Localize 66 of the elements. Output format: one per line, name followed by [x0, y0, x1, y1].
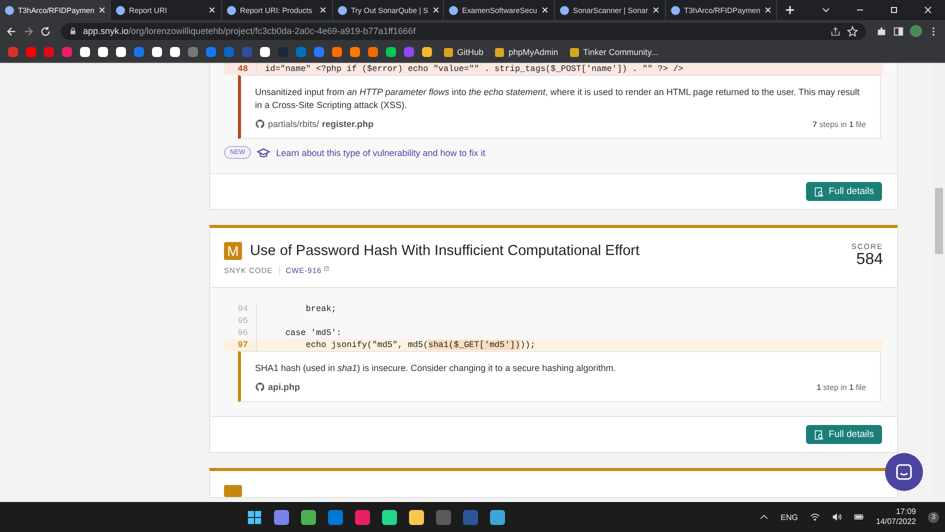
- scrollbar-thumb[interactable]: [935, 188, 943, 254]
- score-value: 584: [856, 251, 883, 269]
- taskbar-app-icon[interactable]: [382, 510, 398, 524]
- favicon-icon: [5, 6, 14, 14]
- close-icon[interactable]: [98, 6, 106, 14]
- favicon-icon: [560, 6, 569, 14]
- reload-icon[interactable]: [40, 26, 51, 36]
- github-icon: [255, 119, 265, 129]
- favicon-icon: [449, 6, 458, 14]
- clock-date[interactable]: 14/07/2022: [876, 517, 916, 527]
- chat-icon: [894, 462, 914, 482]
- document-search-icon: [814, 430, 824, 440]
- avatar-icon[interactable]: [910, 25, 922, 37]
- forward-icon[interactable]: [23, 26, 34, 36]
- github-icon: [255, 382, 265, 392]
- code-snippet: 94 break; 95 96 case 'md5': 97 echo jsonify("md5", md5(sha1($_GET['md5'])));: [224, 303, 883, 351]
- issue-title: Use of Password Hash With Insufficient Computational Effort: [250, 243, 640, 259]
- lock-icon: [69, 27, 77, 35]
- chevron-down-icon[interactable]: [821, 5, 831, 15]
- bookmark-link[interactable]: phpMyAdmin: [495, 47, 558, 57]
- graduation-cap-icon: [257, 148, 270, 158]
- file-link[interactable]: api.php: [255, 382, 300, 392]
- speaker-icon[interactable]: [832, 512, 842, 522]
- issue-message: Unsanitized input from an HTTP parameter flows into the echo statement, where it is used to render an HTML page returned to the user. This may result in a Cross-Site Scripting attack (XSS).: [255, 86, 860, 112]
- bookmark-link[interactable]: Tinker Community...: [570, 47, 658, 57]
- battery-icon[interactable]: [854, 512, 864, 522]
- clock-time[interactable]: 17:09: [896, 507, 916, 517]
- taskbar-app-icon[interactable]: [409, 510, 424, 524]
- bookmark-link[interactable]: GitHub: [444, 47, 484, 57]
- address-bar[interactable]: app.snyk.io/org/lorenzowilliquetehb/project/fc3cb0da-2a0c-4e69-a919-b77a1ff1666f: [61, 22, 866, 40]
- taskbar-app-icon[interactable]: [490, 510, 506, 524]
- close-icon[interactable]: [432, 6, 440, 14]
- language-indicator[interactable]: ENG: [780, 512, 798, 522]
- taskbar-app-icon[interactable]: [274, 510, 290, 524]
- code-snippet: 48 id="name" <?php if ($error) echo "value="" . strip_tags($_POST['name']) . "" ?> />: [224, 63, 883, 75]
- share-icon[interactable]: [830, 26, 841, 36]
- sidebar-icon[interactable]: [893, 26, 904, 36]
- close-icon[interactable]: [923, 5, 933, 15]
- favicon-icon: [116, 6, 125, 14]
- favicon-icon: [227, 6, 236, 14]
- star-icon[interactable]: [847, 26, 858, 36]
- learn-link[interactable]: Learn about this type of vulnerability and how to fix it: [276, 148, 486, 158]
- wifi-icon[interactable]: [810, 512, 820, 522]
- favicon-icon: [338, 6, 347, 14]
- issue-message: SHA1 hash (used in sha1) is insecure. Consider changing it to a secure hashing algorithm.: [255, 362, 617, 375]
- full-details-button[interactable]: Full details: [806, 182, 882, 201]
- external-link-icon: [324, 266, 329, 271]
- steps-count: 1 step in 1 file: [816, 382, 866, 392]
- full-details-button[interactable]: Full details: [806, 425, 882, 444]
- severity-badge: M: [224, 242, 242, 260]
- document-search-icon: [814, 186, 824, 196]
- back-icon[interactable]: [6, 26, 17, 36]
- close-icon[interactable]: [541, 6, 550, 14]
- new-tab-icon[interactable]: [785, 5, 795, 15]
- close-icon[interactable]: [208, 6, 216, 14]
- taskbar-app-icon[interactable]: [301, 510, 316, 524]
- close-icon[interactable]: [319, 6, 327, 14]
- windows-logo-icon[interactable]: [247, 510, 262, 524]
- puzzle-icon[interactable]: [876, 26, 887, 36]
- close-icon[interactable]: [764, 6, 772, 14]
- maximize-icon[interactable]: [889, 5, 899, 15]
- chat-button[interactable]: [885, 453, 923, 491]
- file-link[interactable]: partials/rbits/register.php: [255, 119, 374, 129]
- close-icon[interactable]: [652, 6, 660, 14]
- favicon-icon: [671, 6, 680, 14]
- steps-count: 7 steps in 1 file: [812, 120, 866, 128]
